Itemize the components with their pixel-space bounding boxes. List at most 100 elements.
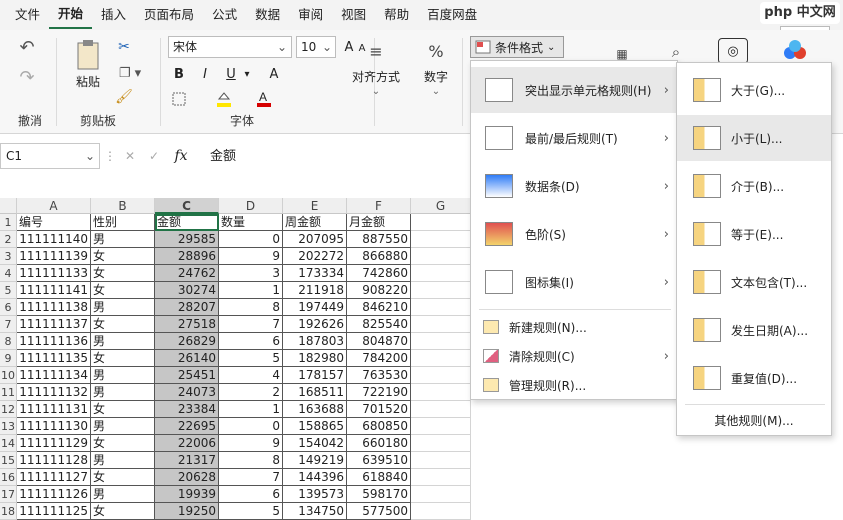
cell-b1[interactable]: 性别 [91,214,155,231]
conditional-format-button[interactable]: 条件格式 ⌄ [470,36,564,58]
cell-a4[interactable]: 111111133 [17,265,91,282]
baidu-netdisk-icon[interactable] [780,38,810,64]
cell-g18[interactable] [411,503,471,520]
border-icon[interactable] [170,90,188,108]
row-header[interactable]: 6 [0,299,17,316]
menu-view[interactable]: 视图 [332,0,375,30]
cell-f9[interactable]: 784200 [347,350,411,367]
cell-b12[interactable]: 女 [91,401,155,418]
cell-a9[interactable]: 111111135 [17,350,91,367]
submenu-item[interactable]: 介于(B)... [677,163,831,209]
cell-a8[interactable]: 111111136 [17,333,91,350]
font-color-icon[interactable]: A [254,88,274,110]
cell-d15[interactable]: 8 [219,452,283,469]
cell-f11[interactable]: 722190 [347,384,411,401]
cell-c1[interactable]: 金额 [155,214,219,231]
paste-label[interactable]: 粘贴 [70,72,106,90]
cell-f16[interactable]: 618840 [347,469,411,486]
cell-g14[interactable] [411,435,471,452]
cell-f6[interactable]: 846210 [347,299,411,316]
name-box[interactable]: C1 ⌄ [0,143,100,169]
cell-c14[interactable]: 22006 [155,435,219,452]
row-header[interactable]: 17 [0,486,17,503]
cell-c11[interactable]: 24073 [155,384,219,401]
column-header-d[interactable]: D [219,198,283,214]
cell-a5[interactable]: 111111141 [17,282,91,299]
cell-e18[interactable]: 134750 [283,503,347,520]
cell-e9[interactable]: 182980 [283,350,347,367]
submenu-item[interactable]: 重复值(D)... [677,355,831,401]
cell-f3[interactable]: 866880 [347,248,411,265]
copy-icon[interactable]: ❐ ▾ [112,64,148,82]
cf-menu-item[interactable]: 色阶(S) › [471,211,677,257]
row-header[interactable]: 3 [0,248,17,265]
row-header[interactable]: 10 [0,367,17,384]
alignment-dropdown-icon[interactable]: ⌄ [366,84,386,98]
cell-g12[interactable] [411,401,471,418]
cell-b18[interactable]: 女 [91,503,155,520]
alignment-label[interactable]: 对齐方式 [346,66,406,86]
underline-button[interactable]: U [222,64,240,84]
cell-e10[interactable]: 178157 [283,367,347,384]
row-header[interactable]: 18 [0,503,17,520]
cf-menu-small-item[interactable]: 新建规则(N)... [471,313,677,341]
menu-insert[interactable]: 插入 [92,0,135,30]
cell-b15[interactable]: 男 [91,452,155,469]
cell-g16[interactable] [411,469,471,486]
menu-help[interactable]: 帮助 [375,0,418,30]
column-header-g[interactable]: G [411,198,471,214]
cf-menu-item[interactable]: 数据条(D) › [471,163,677,209]
cell-e17[interactable]: 139573 [283,486,347,503]
cell-b9[interactable]: 女 [91,350,155,367]
cell-d12[interactable]: 1 [219,401,283,418]
format-painter-icon[interactable]: 🖌 [114,88,134,106]
formula-options-icon[interactable]: ⋮ [104,149,116,163]
menu-home[interactable]: 开始 [49,1,93,29]
cell-d10[interactable]: 4 [219,367,283,384]
cell-g2[interactable] [411,231,471,248]
cell-f8[interactable]: 804870 [347,333,411,350]
cell-c3[interactable]: 28896 [155,248,219,265]
search-icon[interactable]: ⌕ [666,42,686,62]
cell-e2[interactable]: 207095 [283,231,347,248]
cell-b8[interactable]: 男 [91,333,155,350]
cell-a11[interactable]: 111111132 [17,384,91,401]
cf-menu-item[interactable]: 图标集(I) › [471,259,677,305]
cell-d3[interactable]: 9 [219,248,283,265]
cell-d11[interactable]: 2 [219,384,283,401]
cell-a7[interactable]: 111111137 [17,316,91,333]
corner-select-all[interactable] [0,198,17,214]
cell-b3[interactable]: 女 [91,248,155,265]
row-header[interactable]: 4 [0,265,17,282]
cell-b6[interactable]: 男 [91,299,155,316]
cell-c4[interactable]: 24762 [155,265,219,282]
cell-g1[interactable] [411,214,471,231]
cell-g11[interactable] [411,384,471,401]
cell-d1[interactable]: 数量 [219,214,283,231]
insert-function-icon[interactable]: fx [170,147,192,165]
menu-baidu-netdisk[interactable]: 百度网盘 [418,0,486,30]
cell-b10[interactable]: 男 [91,367,155,384]
cell-d13[interactable]: 0 [219,418,283,435]
cell-d9[interactable]: 5 [219,350,283,367]
cell-g9[interactable] [411,350,471,367]
cell-d14[interactable]: 9 [219,435,283,452]
cell-d8[interactable]: 6 [219,333,283,350]
analyze-data-icon[interactable]: ◎ [718,38,748,64]
cell-e14[interactable]: 154042 [283,435,347,452]
cell-g15[interactable] [411,452,471,469]
italic-button[interactable]: I [196,64,214,84]
cell-c6[interactable]: 28207 [155,299,219,316]
cell-e13[interactable]: 158865 [283,418,347,435]
menu-review[interactable]: 审阅 [289,0,332,30]
cell-a16[interactable]: 111111127 [17,469,91,486]
cell-b5[interactable]: 女 [91,282,155,299]
cell-f4[interactable]: 742860 [347,265,411,282]
cell-d4[interactable]: 3 [219,265,283,282]
formula-input[interactable]: 金额 [210,145,236,164]
cell-f12[interactable]: 701520 [347,401,411,418]
cell-c16[interactable]: 20628 [155,469,219,486]
submenu-item[interactable]: 发生日期(A)... [677,307,831,353]
cell-d7[interactable]: 7 [219,316,283,333]
cell-e11[interactable]: 168511 [283,384,347,401]
